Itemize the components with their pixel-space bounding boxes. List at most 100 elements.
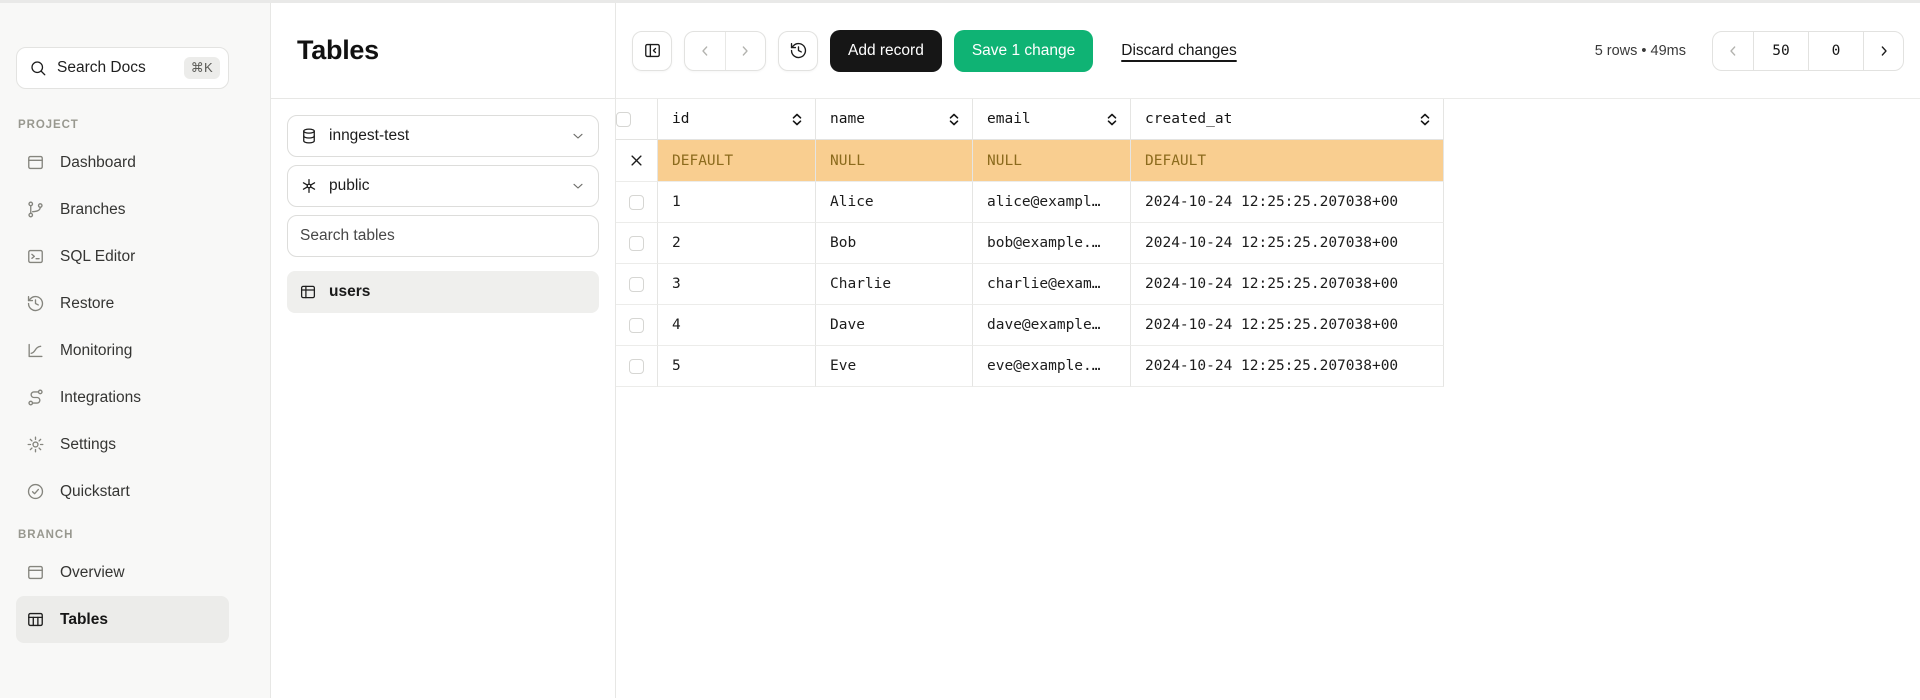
cell-id[interactable]: 2 [658, 223, 816, 264]
cell-id[interactable]: 4 [658, 305, 816, 346]
collapse-panel-button[interactable] [632, 31, 672, 71]
schema-selector[interactable]: public [287, 165, 599, 207]
column-header-label: email [987, 111, 1031, 127]
search-docs-button[interactable]: Search Docs ⌘K [16, 47, 229, 89]
sidebar-item-dashboard[interactable]: Dashboard [16, 139, 229, 186]
tables-panel: Tables inngest-test public users [271, 3, 616, 698]
sidebar-item-label: Monitoring [60, 342, 132, 360]
tables-panel-controls: inngest-test public users [271, 99, 615, 329]
table-list-item-users[interactable]: users [287, 271, 599, 313]
cell-email[interactable]: alice@exampl… [973, 182, 1131, 223]
cell-email[interactable]: dave@example… [973, 305, 1131, 346]
sort-icon[interactable] [948, 113, 960, 126]
page-offset-value[interactable]: 0 [1808, 32, 1863, 70]
sidebar-item-label: Branches [60, 201, 125, 219]
page-prev-button[interactable] [1713, 32, 1753, 70]
schema-icon [300, 177, 318, 195]
undo-back-button[interactable] [685, 32, 725, 70]
sidebar: Search Docs ⌘K PROJECTDashboardBranchesS… [0, 3, 271, 698]
redo-forward-button[interactable] [725, 32, 766, 70]
sidebar-item-label: Tables [60, 611, 108, 629]
search-tables-input[interactable] [287, 215, 599, 257]
sidebar-item-quickstart[interactable]: Quickstart [16, 468, 229, 515]
cell-created_at[interactable]: 2024-10-24 12:25:25.207038+00 [1131, 305, 1444, 346]
cell-email[interactable]: charlie@exam… [973, 264, 1131, 305]
sidebar-item-branches[interactable]: Branches [16, 186, 229, 233]
table-list: users [287, 271, 599, 313]
select-all-cell [616, 99, 658, 140]
cell-created_at[interactable]: 2024-10-24 12:25:25.207038+00 [1131, 346, 1444, 387]
cell-name[interactable]: Bob [816, 223, 973, 264]
sidebar-item-tables[interactable]: Tables [16, 596, 229, 643]
row-checkbox[interactable] [629, 359, 644, 374]
tables-icon [26, 610, 45, 629]
sort-icon[interactable] [791, 113, 803, 126]
main-panel: Add record Save 1 change Discard changes… [616, 3, 1920, 698]
save-changes-button[interactable]: Save 1 change [954, 30, 1093, 72]
overview-icon [26, 563, 45, 582]
app-root: Search Docs ⌘K PROJECTDashboardBranchesS… [0, 3, 1920, 698]
sidebar-item-label: Settings [60, 436, 116, 454]
row-checkbox[interactable] [629, 195, 644, 210]
grid-header-row: idname email created_at [616, 99, 1444, 140]
cell-created_at[interactable]: 2024-10-24 12:25:25.207038+00 [1131, 223, 1444, 264]
close-icon[interactable] [629, 153, 644, 168]
sidebar-item-restore[interactable]: Restore [16, 280, 229, 327]
sidebar-item-label: Quickstart [60, 483, 130, 501]
cell-id[interactable]: 1 [658, 182, 816, 223]
settings-icon [26, 435, 45, 454]
pending-cell-created_at[interactable]: DEFAULT [1131, 140, 1444, 182]
cell-name[interactable]: Dave [816, 305, 973, 346]
cell-name[interactable]: Alice [816, 182, 973, 223]
database-selector[interactable]: inngest-test [287, 115, 599, 157]
sidebar-item-settings[interactable]: Settings [16, 421, 229, 468]
sidebar-item-sql-editor[interactable]: SQL Editor [16, 233, 229, 280]
table-row: 4Davedave@example…2024-10-24 12:25:25.20… [616, 305, 1444, 346]
cell-name[interactable]: Charlie [816, 264, 973, 305]
row-checkbox[interactable] [629, 236, 644, 251]
cell-id[interactable]: 5 [658, 346, 816, 387]
tables-panel-header: Tables [271, 3, 615, 99]
cell-created_at[interactable]: 2024-10-24 12:25:25.207038+00 [1131, 182, 1444, 223]
column-header-created_at[interactable]: created_at [1131, 99, 1444, 140]
cell-email[interactable]: bob@example.… [973, 223, 1131, 264]
nav-list-branch: Overview Tables [16, 549, 229, 643]
page-next-button[interactable] [1863, 32, 1903, 70]
column-header-email[interactable]: email [973, 99, 1131, 140]
column-header-name[interactable]: name [816, 99, 973, 140]
dashboard-icon [26, 153, 45, 172]
pending-cell-email[interactable]: NULL [973, 140, 1131, 182]
table-row: 1Alicealice@exampl…2024-10-24 12:25:25.2… [616, 182, 1444, 223]
row-checkbox[interactable] [629, 277, 644, 292]
sort-icon[interactable] [1419, 113, 1431, 126]
sidebar-item-overview[interactable]: Overview [16, 549, 229, 596]
sort-icon[interactable] [1106, 113, 1118, 126]
table-row: 2Bobbob@example.…2024-10-24 12:25:25.207… [616, 223, 1444, 264]
cell-email[interactable]: eve@example.… [973, 346, 1131, 387]
database-icon [300, 127, 318, 145]
select-all-checkbox[interactable] [616, 112, 631, 127]
discard-changes-link[interactable]: Discard changes [1121, 42, 1236, 60]
column-header-id[interactable]: id [658, 99, 816, 140]
chevron-left-icon [1725, 43, 1741, 59]
data-grid: idnameemailcreated_atDEFAULTNULLNULLDEFA… [616, 99, 1444, 387]
cell-name[interactable]: Eve [816, 346, 973, 387]
section-label-branch: BRANCH [18, 529, 270, 541]
pending-cell-name[interactable]: NULL [816, 140, 973, 182]
page-size-value[interactable]: 50 [1753, 32, 1808, 70]
row-select-cell [616, 182, 658, 223]
sidebar-item-monitoring[interactable]: Monitoring [16, 327, 229, 374]
cell-id[interactable]: 3 [658, 264, 816, 305]
row-checkbox[interactable] [629, 318, 644, 333]
cell-created_at[interactable]: 2024-10-24 12:25:25.207038+00 [1131, 264, 1444, 305]
table-grid-icon [299, 283, 317, 301]
quickstart-icon [26, 482, 45, 501]
table-name-label: users [329, 283, 370, 301]
row-select-cell [616, 223, 658, 264]
row-select-cell [616, 346, 658, 387]
pending-cell-id[interactable]: DEFAULT [658, 140, 816, 182]
sidebar-item-integrations[interactable]: Integrations [16, 374, 229, 421]
nav-list-project: Dashboard Branches SQL EditorRestore Monito… [16, 139, 229, 515]
history-button[interactable] [778, 31, 818, 71]
add-record-button[interactable]: Add record [830, 30, 942, 72]
